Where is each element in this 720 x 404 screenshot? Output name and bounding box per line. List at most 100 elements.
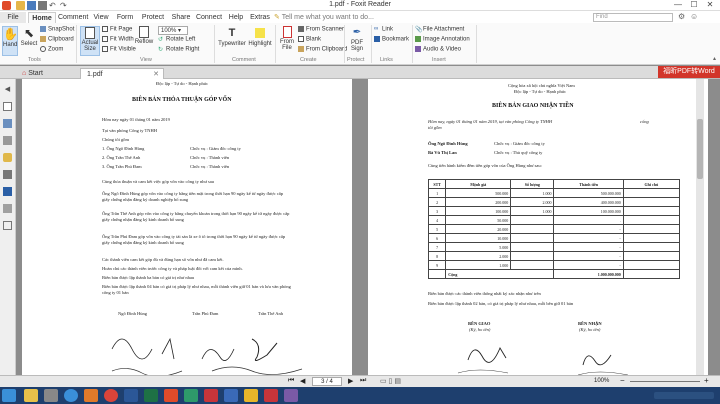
tab-home[interactable]: Home (28, 12, 56, 23)
reflow-button[interactable]: Reflow (134, 26, 154, 56)
group-label-insert: Insert (432, 57, 446, 63)
page1-c1: Các thành viên cam kết góp đủ và đúng hạ… (102, 257, 224, 262)
tab-file[interactable]: File (0, 12, 26, 23)
scrollbar-thumb[interactable] (697, 119, 703, 179)
blank-button[interactable]: Blank (298, 36, 321, 43)
reflow-icon (139, 26, 149, 38)
link-button[interactable]: ∞ Link (374, 26, 393, 33)
from-file-button[interactable]: From File (278, 26, 296, 56)
clipboard-icon (40, 36, 46, 42)
table-row: 8 2.000 - (427, 251, 681, 261)
tab-extras[interactable]: Extras (248, 12, 272, 23)
tab-connect[interactable]: Connect (194, 12, 224, 23)
taskbar-app-icon-2[interactable] (204, 389, 218, 402)
tab-1pdf[interactable]: 1.pdf ✕ (80, 68, 164, 79)
table-cell: 9 (427, 260, 447, 270)
bookmark-button[interactable]: Bookmark (374, 36, 409, 43)
table-cell: 5.000 (445, 242, 512, 252)
next-page-icon[interactable]: ▶ (348, 377, 353, 385)
receiver-sub: (Ký, ho tên) (579, 327, 601, 332)
taskbar-app-icon-5[interactable] (264, 389, 278, 402)
tab-help[interactable]: Help (226, 12, 246, 23)
magnifier-icon (40, 46, 46, 52)
zoom-level[interactable]: 100% (594, 378, 609, 384)
app-icon[interactable] (84, 389, 98, 402)
from-clipboard-button[interactable]: From Clipboard (298, 46, 347, 53)
windows-start-icon[interactable] (2, 389, 16, 402)
taskbar-app-icon[interactable] (184, 389, 198, 402)
page-number-input[interactable]: 3 / 4 (312, 377, 342, 386)
attachments-icon[interactable] (3, 170, 12, 179)
fit-width-button[interactable]: Fit Width (102, 36, 134, 43)
foxit-taskbar-icon[interactable] (164, 389, 178, 402)
group-label-tools: Tools (28, 57, 41, 63)
typewriter-button[interactable]: T Typewriter (218, 26, 246, 56)
fit-page-button[interactable]: Fit Page (102, 26, 132, 33)
file-attachment-button[interactable]: 📎File Attachment (415, 26, 464, 33)
file-explorer-icon[interactable] (24, 389, 38, 402)
snapshot-button[interactable]: SnapShot (40, 26, 74, 33)
page-thumbnails-icon[interactable] (3, 102, 12, 111)
zoom-slider[interactable] (630, 381, 700, 382)
table-row: 9 1.000 - (427, 260, 681, 270)
bookmarks-icon[interactable] (3, 119, 12, 128)
signatures-icon[interactable] (3, 187, 12, 196)
zoom-select[interactable]: 100% ▾ (158, 26, 188, 35)
taskbar-app-icon-4[interactable] (244, 389, 258, 402)
audio-video-button[interactable]: Audio & Video (415, 46, 461, 53)
zoom-tool-button[interactable]: Zoom (40, 46, 63, 53)
scanner-icon (298, 26, 304, 32)
pdf-to-word-stamp[interactable]: 福昕PDF转Word (658, 66, 720, 78)
collapse-ribbon-icon[interactable]: ▴ (713, 55, 716, 62)
document-view[interactable]: Độc lập - Tự do - Hạnh phúc BIÊN BẢN THỎ… (16, 79, 720, 375)
close-button[interactable]: ✕ (702, 0, 718, 10)
layers-icon[interactable] (3, 136, 12, 145)
pdf-page-left: Độc lập - Tự do - Hạnh phúc BIÊN BẢN THỎ… (22, 79, 352, 375)
from-scanner-button[interactable]: From Scanner (298, 26, 344, 33)
clipboard-button[interactable]: Clipboard (40, 36, 74, 43)
typewriter-icon: T (228, 27, 236, 39)
table-cell (510, 215, 555, 225)
maximize-button[interactable]: ☐ (686, 0, 702, 10)
tell-me-box[interactable]: ✎ Tell me what you want to do... (274, 13, 374, 21)
highlight-button[interactable]: Highlight (248, 26, 272, 56)
find-input[interactable]: Find (593, 13, 673, 22)
ie-icon[interactable] (64, 389, 78, 402)
pdf-sign-button[interactable]: ✒ PDF Sign (347, 26, 367, 56)
rotate-left-button[interactable]: ↺ Rotate Left (158, 36, 195, 43)
rotate-right-button[interactable]: ↻ Rotate Right (158, 46, 199, 53)
security-icon[interactable] (3, 204, 12, 213)
hand-tool-button[interactable]: ✋ Hand (2, 26, 18, 56)
image-annotation-button[interactable]: Image Annotation (415, 36, 470, 43)
tab-share[interactable]: Share (170, 12, 192, 23)
minimize-button[interactable]: — (670, 0, 686, 10)
last-page-icon[interactable]: ⏭ (360, 377, 366, 385)
zoom-in-icon[interactable]: + (704, 376, 709, 385)
actual-size-button[interactable]: Actual Size (80, 26, 100, 56)
select-tool-button[interactable]: ⬉ Select (20, 26, 38, 56)
comments-icon[interactable] (3, 153, 12, 162)
fit-visible-button[interactable]: Fit Visible (102, 46, 136, 53)
content-icon[interactable] (3, 221, 12, 230)
excel-icon[interactable] (144, 389, 158, 402)
tab-view[interactable]: View (90, 12, 112, 23)
taskbar-app-icon-3[interactable] (224, 389, 238, 402)
tab-form[interactable]: Form (114, 12, 136, 23)
user-icon[interactable]: ☺ (690, 12, 698, 21)
first-page-icon[interactable]: ⏮ (288, 377, 294, 385)
taskbar-app-icon-6[interactable] (284, 389, 298, 402)
view-mode-icons[interactable]: ▭ ▯ ▤ (380, 377, 401, 385)
store-icon[interactable] (44, 389, 58, 402)
nav-arrow-icon[interactable]: ◀ (3, 85, 12, 94)
tab-protect[interactable]: Protect (138, 12, 168, 23)
word-icon[interactable] (124, 389, 138, 402)
tab-comment[interactable]: Comment (58, 12, 88, 23)
system-tray[interactable] (654, 392, 714, 399)
prev-page-icon[interactable]: ◀ (300, 377, 305, 385)
tab-start[interactable]: ⌂ Start (16, 68, 76, 79)
chrome-icon[interactable] (104, 389, 118, 402)
table-cell (622, 260, 681, 270)
settings-gear-icon[interactable]: ⚙ (678, 12, 685, 21)
zoom-out-icon[interactable]: − (620, 376, 625, 385)
vertical-scrollbar[interactable] (696, 79, 704, 375)
